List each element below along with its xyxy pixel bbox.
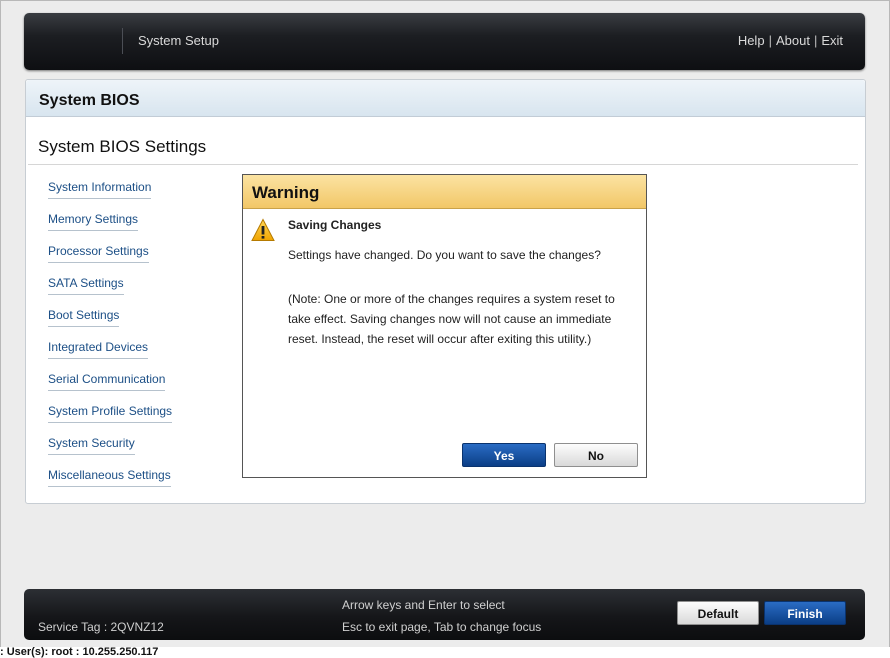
about-link[interactable]: About (776, 33, 810, 48)
default-button[interactable]: Default (677, 601, 759, 625)
nav-item-system-security[interactable]: System Security (48, 436, 135, 455)
dialog-note: (Note: One or more of the changes requir… (288, 292, 615, 346)
nav-item-memory-settings[interactable]: Memory Settings (48, 212, 139, 231)
nav-item-processor-settings[interactable]: Processor Settings (48, 244, 149, 263)
finish-button[interactable]: Finish (764, 601, 846, 625)
service-tag: Service Tag : 2QVNZ12 (38, 620, 164, 634)
footer-bar: Service Tag : 2QVNZ12 Arrow keys and Ent… (24, 589, 865, 640)
yes-button[interactable]: Yes (462, 443, 546, 467)
top-header-bar: System Setup Help | About | Exit (24, 13, 865, 70)
footer-hint-navigation: Esc to exit page, Tab to change focus (342, 620, 542, 634)
panel-header: System BIOS (26, 80, 865, 117)
app-title: System Setup (138, 33, 219, 48)
dialog-subtitle: Saving Changes (288, 218, 382, 232)
link-separator: | (813, 33, 818, 48)
dialog-title: Warning (252, 183, 320, 202)
no-button[interactable]: No (554, 443, 638, 467)
help-link[interactable]: Help (738, 33, 765, 48)
divider (28, 164, 858, 165)
session-status-line: : User(s): root : 10.255.250.117 (0, 646, 159, 658)
bios-window: System Setup Help | About | Exit System BIOS… (0, 0, 890, 647)
nav-item-system-profile-settings[interactable]: System Profile Settings (48, 404, 173, 423)
nav-item-sata-settings[interactable]: SATA Settings (48, 276, 124, 295)
exit-link[interactable]: Exit (821, 33, 843, 48)
page-title: System BIOS Settings (38, 137, 207, 156)
nav-item-miscellaneous-settings[interactable]: Miscellaneous Settings (48, 468, 171, 487)
warning-dialog: Warning Saving Changes Settings have cha… (242, 174, 647, 478)
link-separator: | (768, 33, 772, 48)
dialog-header: Warning (243, 175, 646, 209)
dialog-message: Settings have changed. Do you want to sa… (288, 248, 601, 262)
nav-item-boot-settings[interactable]: Boot Settings (48, 308, 120, 327)
nav-item-serial-communication[interactable]: Serial Communication (48, 372, 166, 391)
nav-item-integrated-devices[interactable]: Integrated Devices (48, 340, 149, 359)
header-links: Help | About | Exit (738, 33, 843, 48)
nav-item-system-information[interactable]: System Information (48, 180, 152, 199)
section-title: System BIOS (39, 92, 140, 109)
header-divider (122, 28, 123, 54)
footer-hint-select: Arrow keys and Enter to select (342, 598, 505, 612)
warning-triangle-icon (251, 218, 275, 241)
